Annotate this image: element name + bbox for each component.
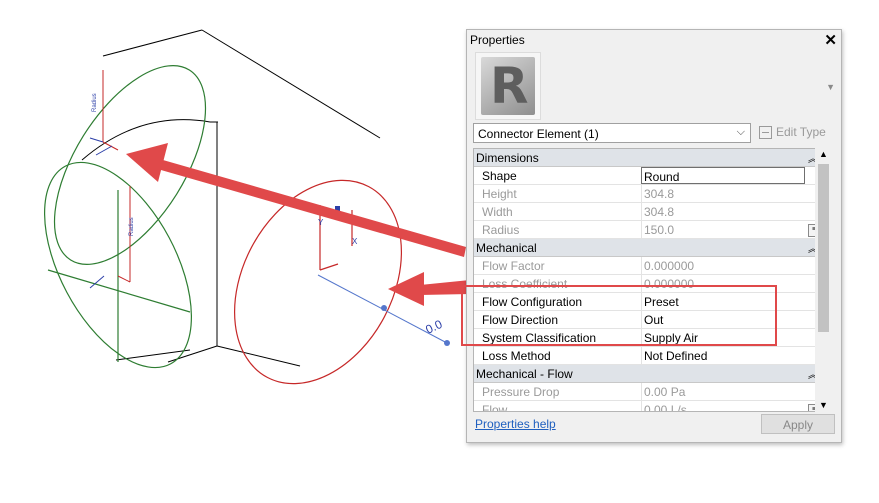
scroll-up-icon[interactable]: ▲	[819, 149, 828, 159]
apply-button[interactable]: Apply	[761, 414, 835, 434]
close-icon[interactable]: ✕	[824, 31, 837, 49]
element-selector-label: Connector Element (1)	[478, 127, 599, 141]
radius-tag-1: Radius	[92, 93, 98, 112]
shape-value-field[interactable]: Round	[641, 167, 805, 184]
group-header-mechanical-flow[interactable]: Mechanical - Flow ︽	[474, 365, 820, 383]
properties-scrollbar[interactable]: ▲ ▼	[815, 148, 832, 412]
prop-row-pressure-drop: Pressure Drop 0.00 Pa	[474, 383, 820, 401]
prop-row-flow-factor: Flow Factor 0.000000	[474, 257, 820, 275]
prop-row-loss-coefficient: Loss Coefficient 0.000000	[474, 275, 820, 293]
properties-help-link[interactable]: Properties help	[475, 417, 556, 431]
palette-title: Properties	[470, 33, 525, 47]
prop-row-loss-method[interactable]: Loss Method Not Defined	[474, 347, 820, 365]
svg-text:X: X	[352, 237, 358, 246]
prop-row-shape[interactable]: Shape Round	[474, 167, 820, 185]
annotation-arrows	[126, 143, 470, 306]
type-image[interactable]: R	[475, 52, 541, 120]
scroll-down-icon[interactable]: ▼	[819, 400, 828, 410]
type-dropdown-arrow-icon[interactable]: ▼	[826, 82, 835, 92]
scroll-thumb[interactable]	[818, 164, 829, 332]
green-connector	[44, 65, 207, 369]
radius-tag-2: Radius	[129, 217, 135, 236]
svg-text:Y: Y	[318, 218, 324, 227]
properties-grid: Dimensions ︽ Shape Round Height 304.8 Wid…	[473, 148, 821, 412]
prop-row-width: Width 304.8	[474, 203, 820, 221]
properties-palette: Properties ✕ R ▼ Connector Element (1) ⌵…	[466, 29, 842, 443]
edit-type-icon	[759, 126, 772, 140]
prop-row-radius[interactable]: Radius 150.0 ≡	[474, 221, 820, 239]
prop-row-height: Height 304.8	[474, 185, 820, 203]
group-header-dimensions[interactable]: Dimensions ︽	[474, 149, 820, 167]
prop-row-flow-configuration[interactable]: Flow Configuration Preset	[474, 293, 820, 311]
duct-body-outline	[81, 29, 381, 367]
prop-row-system-classification[interactable]: System Classification Supply Air	[474, 329, 820, 347]
prop-row-flow[interactable]: Flow 0.00 L/s ≡	[474, 401, 820, 411]
element-selector-dropdown[interactable]: Connector Element (1) ⌵	[473, 123, 751, 143]
dimension-value: 0.0	[423, 317, 444, 337]
chevron-down-icon: ⌵	[736, 126, 745, 138]
blue-vectors	[89, 137, 113, 289]
edit-type-button[interactable]: Edit Type	[759, 125, 826, 140]
prop-row-flow-direction[interactable]: Flow Direction Out	[474, 311, 820, 329]
revit-logo: R	[481, 57, 535, 115]
group-header-mechanical[interactable]: Mechanical ︽	[474, 239, 820, 257]
